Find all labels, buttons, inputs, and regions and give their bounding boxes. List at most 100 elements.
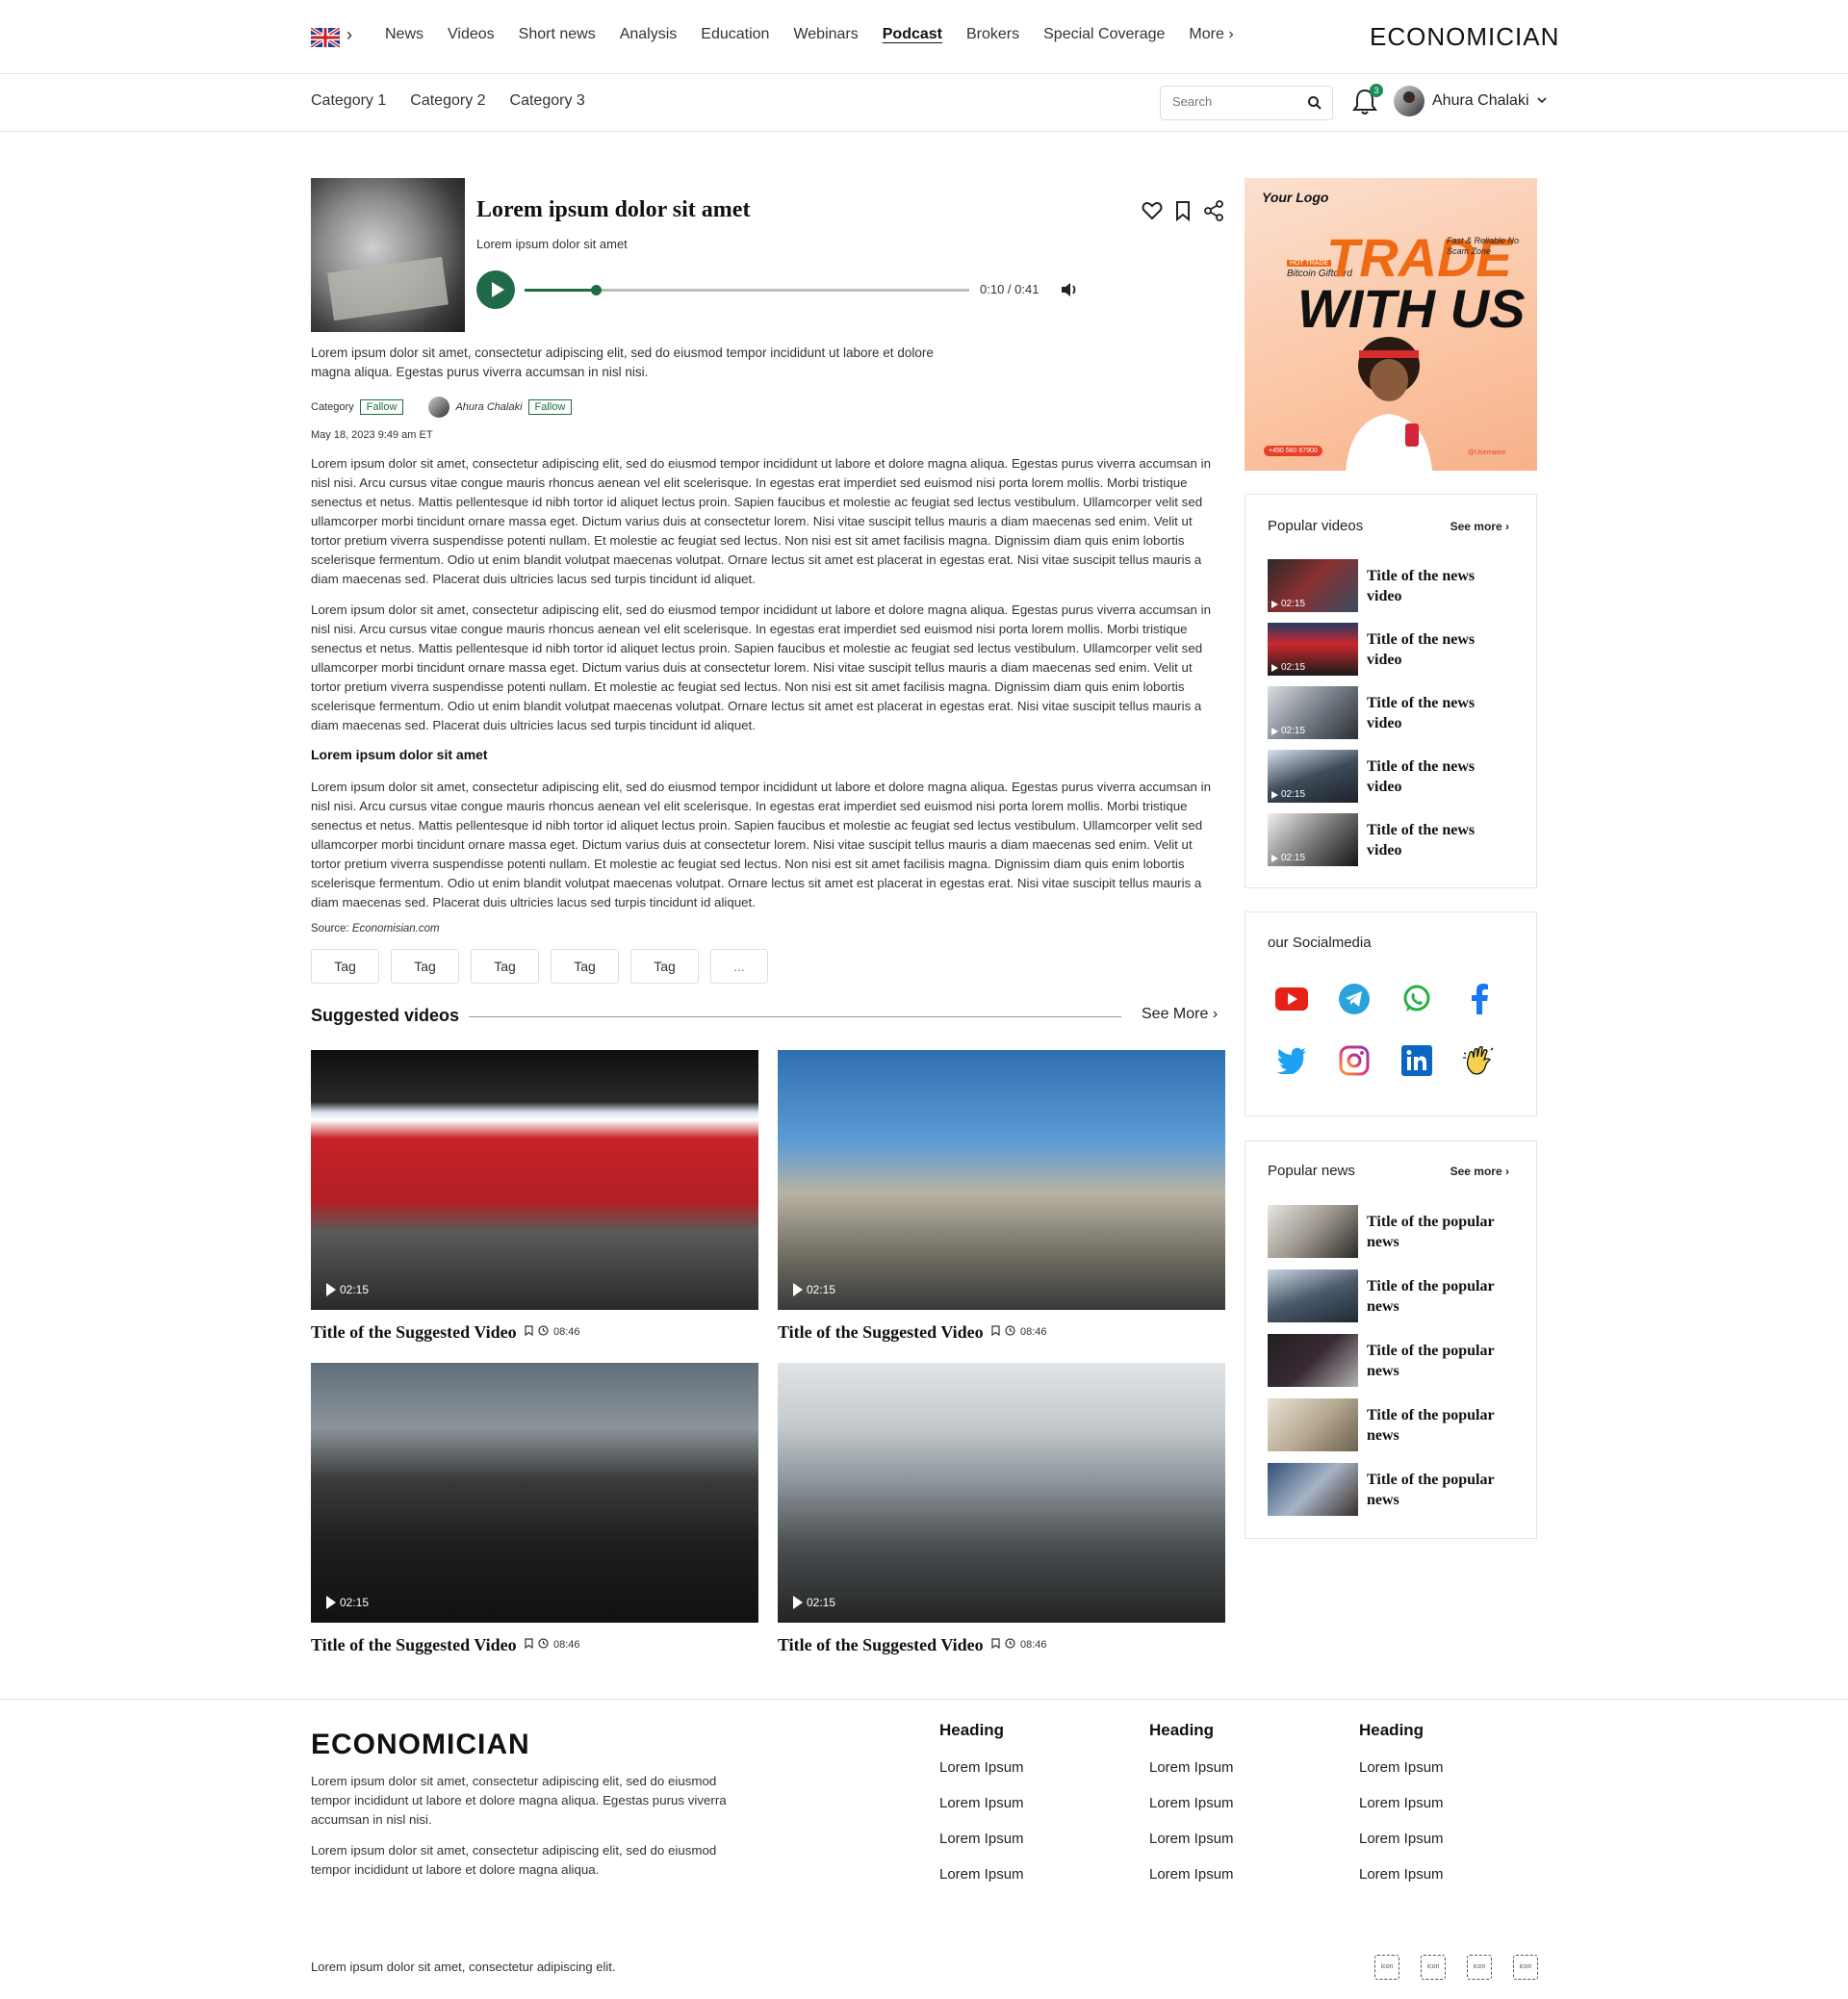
popular-video-item[interactable]: 02:15 Title of the news video	[1268, 623, 1518, 676]
video-thumbnail[interactable]: 02:15	[1268, 559, 1358, 612]
video-title[interactable]: Title of the news video	[1367, 820, 1511, 860]
author-name[interactable]: Ahura Chalaki	[455, 401, 522, 413]
whatsapp-icon[interactable]	[1399, 982, 1434, 1016]
news-thumbnail[interactable]	[1268, 1398, 1358, 1451]
nav-item-analysis[interactable]: Analysis	[620, 26, 678, 43]
footer-link[interactable]: Lorem Ipsum	[939, 1795, 1024, 1831]
bookmark-icon[interactable]	[525, 1638, 533, 1652]
more-tags-button[interactable]: ...	[710, 949, 768, 984]
linkedin-icon[interactable]	[1399, 1043, 1434, 1078]
notifications-button[interactable]: 3	[1352, 84, 1383, 121]
follow-category-button[interactable]: Fallow	[359, 399, 404, 415]
footer-link[interactable]: Lorem Ipsum	[939, 1831, 1024, 1866]
news-title[interactable]: Title of the popular news	[1367, 1212, 1530, 1252]
suggested-video-card[interactable]: 02:15 Title of the Suggested Video 08:46	[311, 1050, 758, 1342]
bookmark-icon[interactable]	[525, 1325, 533, 1339]
youtube-icon[interactable]	[1274, 982, 1309, 1016]
popular-video-item[interactable]: 02:15 Title of the news video	[1268, 813, 1518, 866]
clubhouse-icon[interactable]	[1462, 1043, 1497, 1078]
footer-link[interactable]: Lorem Ipsum	[1149, 1759, 1234, 1795]
bookmark-icon[interactable]	[1174, 200, 1192, 226]
video-thumbnail[interactable]: 02:15	[1268, 750, 1358, 803]
twitter-icon[interactable]	[1274, 1043, 1309, 1078]
nav-item-more[interactable]: More ›	[1189, 26, 1233, 43]
nav-item-special-coverage[interactable]: Special Coverage	[1043, 26, 1165, 43]
footer-link[interactable]: Lorem Ipsum	[1149, 1795, 1234, 1831]
popular-news-item[interactable]: Title of the popular news	[1268, 1398, 1518, 1451]
footer-link[interactable]: Lorem Ipsum	[1359, 1795, 1444, 1831]
popular-videos-see-more[interactable]: See more ›	[1450, 520, 1509, 533]
language-chevron-icon[interactable]: ›	[346, 25, 352, 45]
suggested-video-card[interactable]: 02:15 Title of the Suggested Video 08:46	[311, 1363, 758, 1654]
video-title[interactable]: Title of the news video	[1367, 566, 1511, 606]
video-title[interactable]: Title of the Suggested Video	[311, 1322, 517, 1343]
popular-video-item[interactable]: 02:15 Title of the news video	[1268, 559, 1518, 612]
footer-brand[interactable]: ECONOMICIAN	[311, 1729, 530, 1761]
video-title[interactable]: Title of the news video	[1367, 693, 1511, 733]
video-title[interactable]: Title of the Suggested Video	[778, 1635, 984, 1655]
footer-link[interactable]: Lorem Ipsum	[1149, 1866, 1234, 1902]
video-thumbnail[interactable]: 02:15	[778, 1050, 1225, 1310]
popular-news-item[interactable]: Title of the popular news	[1268, 1205, 1518, 1258]
footer-link[interactable]: Lorem Ipsum	[939, 1759, 1024, 1795]
video-thumbnail[interactable]: 02:15	[1268, 686, 1358, 739]
news-title[interactable]: Title of the popular news	[1367, 1341, 1530, 1381]
placeholder-icon[interactable]: icon	[1513, 1955, 1538, 1980]
nav-item-podcast[interactable]: Podcast	[883, 26, 942, 43]
search-icon[interactable]	[1307, 95, 1322, 115]
nav-item-news[interactable]: News	[385, 26, 424, 43]
video-title[interactable]: Title of the Suggested Video	[311, 1635, 517, 1655]
nav-item-education[interactable]: Education	[701, 26, 769, 43]
category-link-1[interactable]: Category 1	[311, 92, 386, 110]
instagram-icon[interactable]	[1337, 1043, 1372, 1078]
placeholder-icon[interactable]: icon	[1374, 1955, 1399, 1980]
tag[interactable]: Tag	[311, 949, 379, 984]
nav-item-short-news[interactable]: Short news	[519, 26, 596, 43]
video-title[interactable]: Title of the Suggested Video	[778, 1322, 984, 1343]
popular-news-item[interactable]: Title of the popular news	[1268, 1334, 1518, 1387]
share-icon[interactable]	[1203, 200, 1224, 226]
video-thumbnail[interactable]: 02:15	[1268, 623, 1358, 676]
play-button[interactable]	[476, 270, 515, 309]
follow-author-button[interactable]: Fallow	[527, 399, 573, 415]
category-link-3[interactable]: Category 3	[510, 92, 585, 110]
suggested-see-more-link[interactable]: See More ›	[1142, 1006, 1218, 1023]
placeholder-icon[interactable]: icon	[1421, 1955, 1446, 1980]
popular-news-item[interactable]: Title of the popular news	[1268, 1463, 1518, 1516]
popular-news-item[interactable]: Title of the popular news	[1268, 1269, 1518, 1322]
footer-link[interactable]: Lorem Ipsum	[1359, 1759, 1444, 1795]
bookmark-icon[interactable]	[991, 1638, 1000, 1652]
nav-item-videos[interactable]: Videos	[448, 26, 495, 43]
category-link-2[interactable]: Category 2	[410, 92, 485, 110]
news-title[interactable]: Title of the popular news	[1367, 1405, 1530, 1446]
user-menu[interactable]: Ahura Chalaki	[1394, 86, 1547, 116]
video-thumbnail[interactable]: 02:15	[311, 1050, 758, 1310]
uk-flag-icon[interactable]	[311, 28, 340, 47]
facebook-icon[interactable]	[1462, 982, 1497, 1016]
video-thumbnail[interactable]: 02:15	[311, 1363, 758, 1623]
footer-link[interactable]: Lorem Ipsum	[1149, 1831, 1234, 1866]
tag[interactable]: Tag	[551, 949, 619, 984]
search-input[interactable]	[1172, 94, 1297, 109]
news-thumbnail[interactable]	[1268, 1205, 1358, 1258]
audio-progress-bar[interactable]	[525, 285, 969, 295]
heart-icon[interactable]	[1142, 200, 1163, 226]
footer-link[interactable]: Lorem Ipsum	[939, 1866, 1024, 1902]
audio-progress-handle[interactable]	[590, 285, 602, 295]
popular-video-item[interactable]: 02:15 Title of the news video	[1268, 686, 1518, 739]
tag[interactable]: Tag	[630, 949, 699, 984]
brand-logo[interactable]: ECONOMICIAN	[1370, 22, 1559, 52]
suggested-video-card[interactable]: 02:15 Title of the Suggested Video 08:46	[778, 1363, 1225, 1654]
source-value[interactable]: Economisian.com	[352, 923, 440, 935]
video-thumbnail[interactable]: 02:15	[1268, 813, 1358, 866]
news-thumbnail[interactable]	[1268, 1334, 1358, 1387]
popular-video-item[interactable]: 02:15 Title of the news video	[1268, 750, 1518, 803]
telegram-icon[interactable]	[1337, 982, 1372, 1016]
news-thumbnail[interactable]	[1268, 1269, 1358, 1322]
nav-item-brokers[interactable]: Brokers	[966, 26, 1019, 43]
video-title[interactable]: Title of the news video	[1367, 756, 1511, 797]
news-title[interactable]: Title of the popular news	[1367, 1470, 1530, 1510]
tag[interactable]: Tag	[471, 949, 539, 984]
nav-item-webinars[interactable]: Webinars	[793, 26, 858, 43]
news-thumbnail[interactable]	[1268, 1463, 1358, 1516]
